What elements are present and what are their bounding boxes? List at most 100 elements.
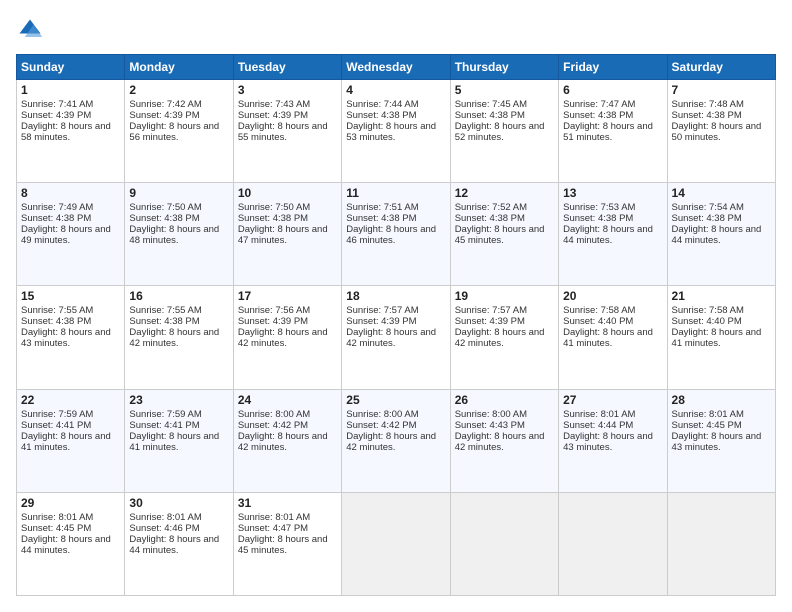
sunset-label: Sunset: 4:47 PM [238,523,308,534]
calendar-cell: 12 Sunrise: 7:52 AM Sunset: 4:38 PM Dayl… [450,183,558,286]
sunrise-label: Sunrise: 7:54 AM [672,202,744,213]
sunset-label: Sunset: 4:38 PM [129,316,199,327]
day-header-sunday: Sunday [17,55,125,80]
sunset-label: Sunset: 4:44 PM [563,420,633,431]
sunrise-label: Sunrise: 7:55 AM [129,305,201,316]
calendar-cell: 30 Sunrise: 8:01 AM Sunset: 4:46 PM Dayl… [125,492,233,595]
daylight-label: Daylight: 8 hours and 52 minutes. [455,121,545,143]
day-number: 19 [455,289,554,303]
sunset-label: Sunset: 4:42 PM [238,420,308,431]
daylight-label: Daylight: 8 hours and 42 minutes. [346,327,436,349]
day-header-saturday: Saturday [667,55,775,80]
day-number: 29 [21,496,120,510]
sunset-label: Sunset: 4:39 PM [346,316,416,327]
daylight-label: Daylight: 8 hours and 56 minutes. [129,121,219,143]
sunrise-label: Sunrise: 7:57 AM [455,305,527,316]
sunrise-label: Sunrise: 7:50 AM [129,202,201,213]
calendar-cell: 31 Sunrise: 8:01 AM Sunset: 4:47 PM Dayl… [233,492,341,595]
calendar-cell: 7 Sunrise: 7:48 AM Sunset: 4:38 PM Dayli… [667,80,775,183]
calendar-cell: 23 Sunrise: 7:59 AM Sunset: 4:41 PM Dayl… [125,389,233,492]
daylight-label: Daylight: 8 hours and 43 minutes. [563,431,653,453]
sunrise-label: Sunrise: 8:00 AM [346,409,418,420]
day-number: 23 [129,393,228,407]
calendar-cell: 28 Sunrise: 8:01 AM Sunset: 4:45 PM Dayl… [667,389,775,492]
daylight-label: Daylight: 8 hours and 51 minutes. [563,121,653,143]
sunset-label: Sunset: 4:38 PM [455,110,525,121]
calendar-cell [450,492,558,595]
sunrise-label: Sunrise: 7:43 AM [238,99,310,110]
day-number: 5 [455,83,554,97]
logo-icon [16,16,44,44]
day-header-tuesday: Tuesday [233,55,341,80]
day-number: 24 [238,393,337,407]
sunrise-label: Sunrise: 8:01 AM [672,409,744,420]
sunset-label: Sunset: 4:39 PM [21,110,91,121]
day-number: 12 [455,186,554,200]
day-number: 2 [129,83,228,97]
day-number: 15 [21,289,120,303]
sunset-label: Sunset: 4:45 PM [672,420,742,431]
daylight-label: Daylight: 8 hours and 58 minutes. [21,121,111,143]
sunset-label: Sunset: 4:38 PM [238,213,308,224]
sunset-label: Sunset: 4:40 PM [563,316,633,327]
day-number: 1 [21,83,120,97]
sunset-label: Sunset: 4:41 PM [129,420,199,431]
page: SundayMondayTuesdayWednesdayThursdayFrid… [0,0,792,612]
sunrise-label: Sunrise: 7:47 AM [563,99,635,110]
daylight-label: Daylight: 8 hours and 49 minutes. [21,224,111,246]
daylight-label: Daylight: 8 hours and 41 minutes. [672,327,762,349]
day-header-thursday: Thursday [450,55,558,80]
calendar-cell: 25 Sunrise: 8:00 AM Sunset: 4:42 PM Dayl… [342,389,450,492]
sunrise-label: Sunrise: 7:58 AM [672,305,744,316]
day-number: 13 [563,186,662,200]
calendar-cell: 13 Sunrise: 7:53 AM Sunset: 4:38 PM Dayl… [559,183,667,286]
calendar-cell: 5 Sunrise: 7:45 AM Sunset: 4:38 PM Dayli… [450,80,558,183]
sunset-label: Sunset: 4:45 PM [21,523,91,534]
week-row-2: 8 Sunrise: 7:49 AM Sunset: 4:38 PM Dayli… [17,183,776,286]
day-number: 11 [346,186,445,200]
sunset-label: Sunset: 4:38 PM [346,110,416,121]
day-number: 16 [129,289,228,303]
calendar-cell: 20 Sunrise: 7:58 AM Sunset: 4:40 PM Dayl… [559,286,667,389]
daylight-label: Daylight: 8 hours and 42 minutes. [455,327,545,349]
sunset-label: Sunset: 4:46 PM [129,523,199,534]
daylight-label: Daylight: 8 hours and 42 minutes. [238,431,328,453]
daylight-label: Daylight: 8 hours and 55 minutes. [238,121,328,143]
week-row-5: 29 Sunrise: 8:01 AM Sunset: 4:45 PM Dayl… [17,492,776,595]
sunset-label: Sunset: 4:40 PM [672,316,742,327]
sunset-label: Sunset: 4:39 PM [129,110,199,121]
day-number: 31 [238,496,337,510]
sunset-label: Sunset: 4:38 PM [455,213,525,224]
daylight-label: Daylight: 8 hours and 45 minutes. [455,224,545,246]
sunrise-label: Sunrise: 7:42 AM [129,99,201,110]
calendar-cell: 4 Sunrise: 7:44 AM Sunset: 4:38 PM Dayli… [342,80,450,183]
sunset-label: Sunset: 4:38 PM [21,213,91,224]
sunrise-label: Sunrise: 7:56 AM [238,305,310,316]
day-number: 7 [672,83,771,97]
day-header-wednesday: Wednesday [342,55,450,80]
calendar-cell: 29 Sunrise: 8:01 AM Sunset: 4:45 PM Dayl… [17,492,125,595]
sunset-label: Sunset: 4:38 PM [563,110,633,121]
calendar-cell: 24 Sunrise: 8:00 AM Sunset: 4:42 PM Dayl… [233,389,341,492]
header [16,16,776,44]
day-number: 8 [21,186,120,200]
calendar-cell: 14 Sunrise: 7:54 AM Sunset: 4:38 PM Dayl… [667,183,775,286]
sunrise-label: Sunrise: 7:48 AM [672,99,744,110]
daylight-label: Daylight: 8 hours and 42 minutes. [346,431,436,453]
calendar-cell: 10 Sunrise: 7:50 AM Sunset: 4:38 PM Dayl… [233,183,341,286]
daylight-label: Daylight: 8 hours and 48 minutes. [129,224,219,246]
sunrise-label: Sunrise: 8:01 AM [21,512,93,523]
sunset-label: Sunset: 4:39 PM [455,316,525,327]
sunset-label: Sunset: 4:39 PM [238,110,308,121]
week-row-4: 22 Sunrise: 7:59 AM Sunset: 4:41 PM Dayl… [17,389,776,492]
day-number: 6 [563,83,662,97]
calendar-cell: 27 Sunrise: 8:01 AM Sunset: 4:44 PM Dayl… [559,389,667,492]
sunrise-label: Sunrise: 7:41 AM [21,99,93,110]
daylight-label: Daylight: 8 hours and 43 minutes. [21,327,111,349]
sunrise-label: Sunrise: 7:58 AM [563,305,635,316]
calendar-cell: 3 Sunrise: 7:43 AM Sunset: 4:39 PM Dayli… [233,80,341,183]
daylight-label: Daylight: 8 hours and 44 minutes. [672,224,762,246]
daylight-label: Daylight: 8 hours and 41 minutes. [129,431,219,453]
daylight-label: Daylight: 8 hours and 43 minutes. [672,431,762,453]
sunrise-label: Sunrise: 7:53 AM [563,202,635,213]
